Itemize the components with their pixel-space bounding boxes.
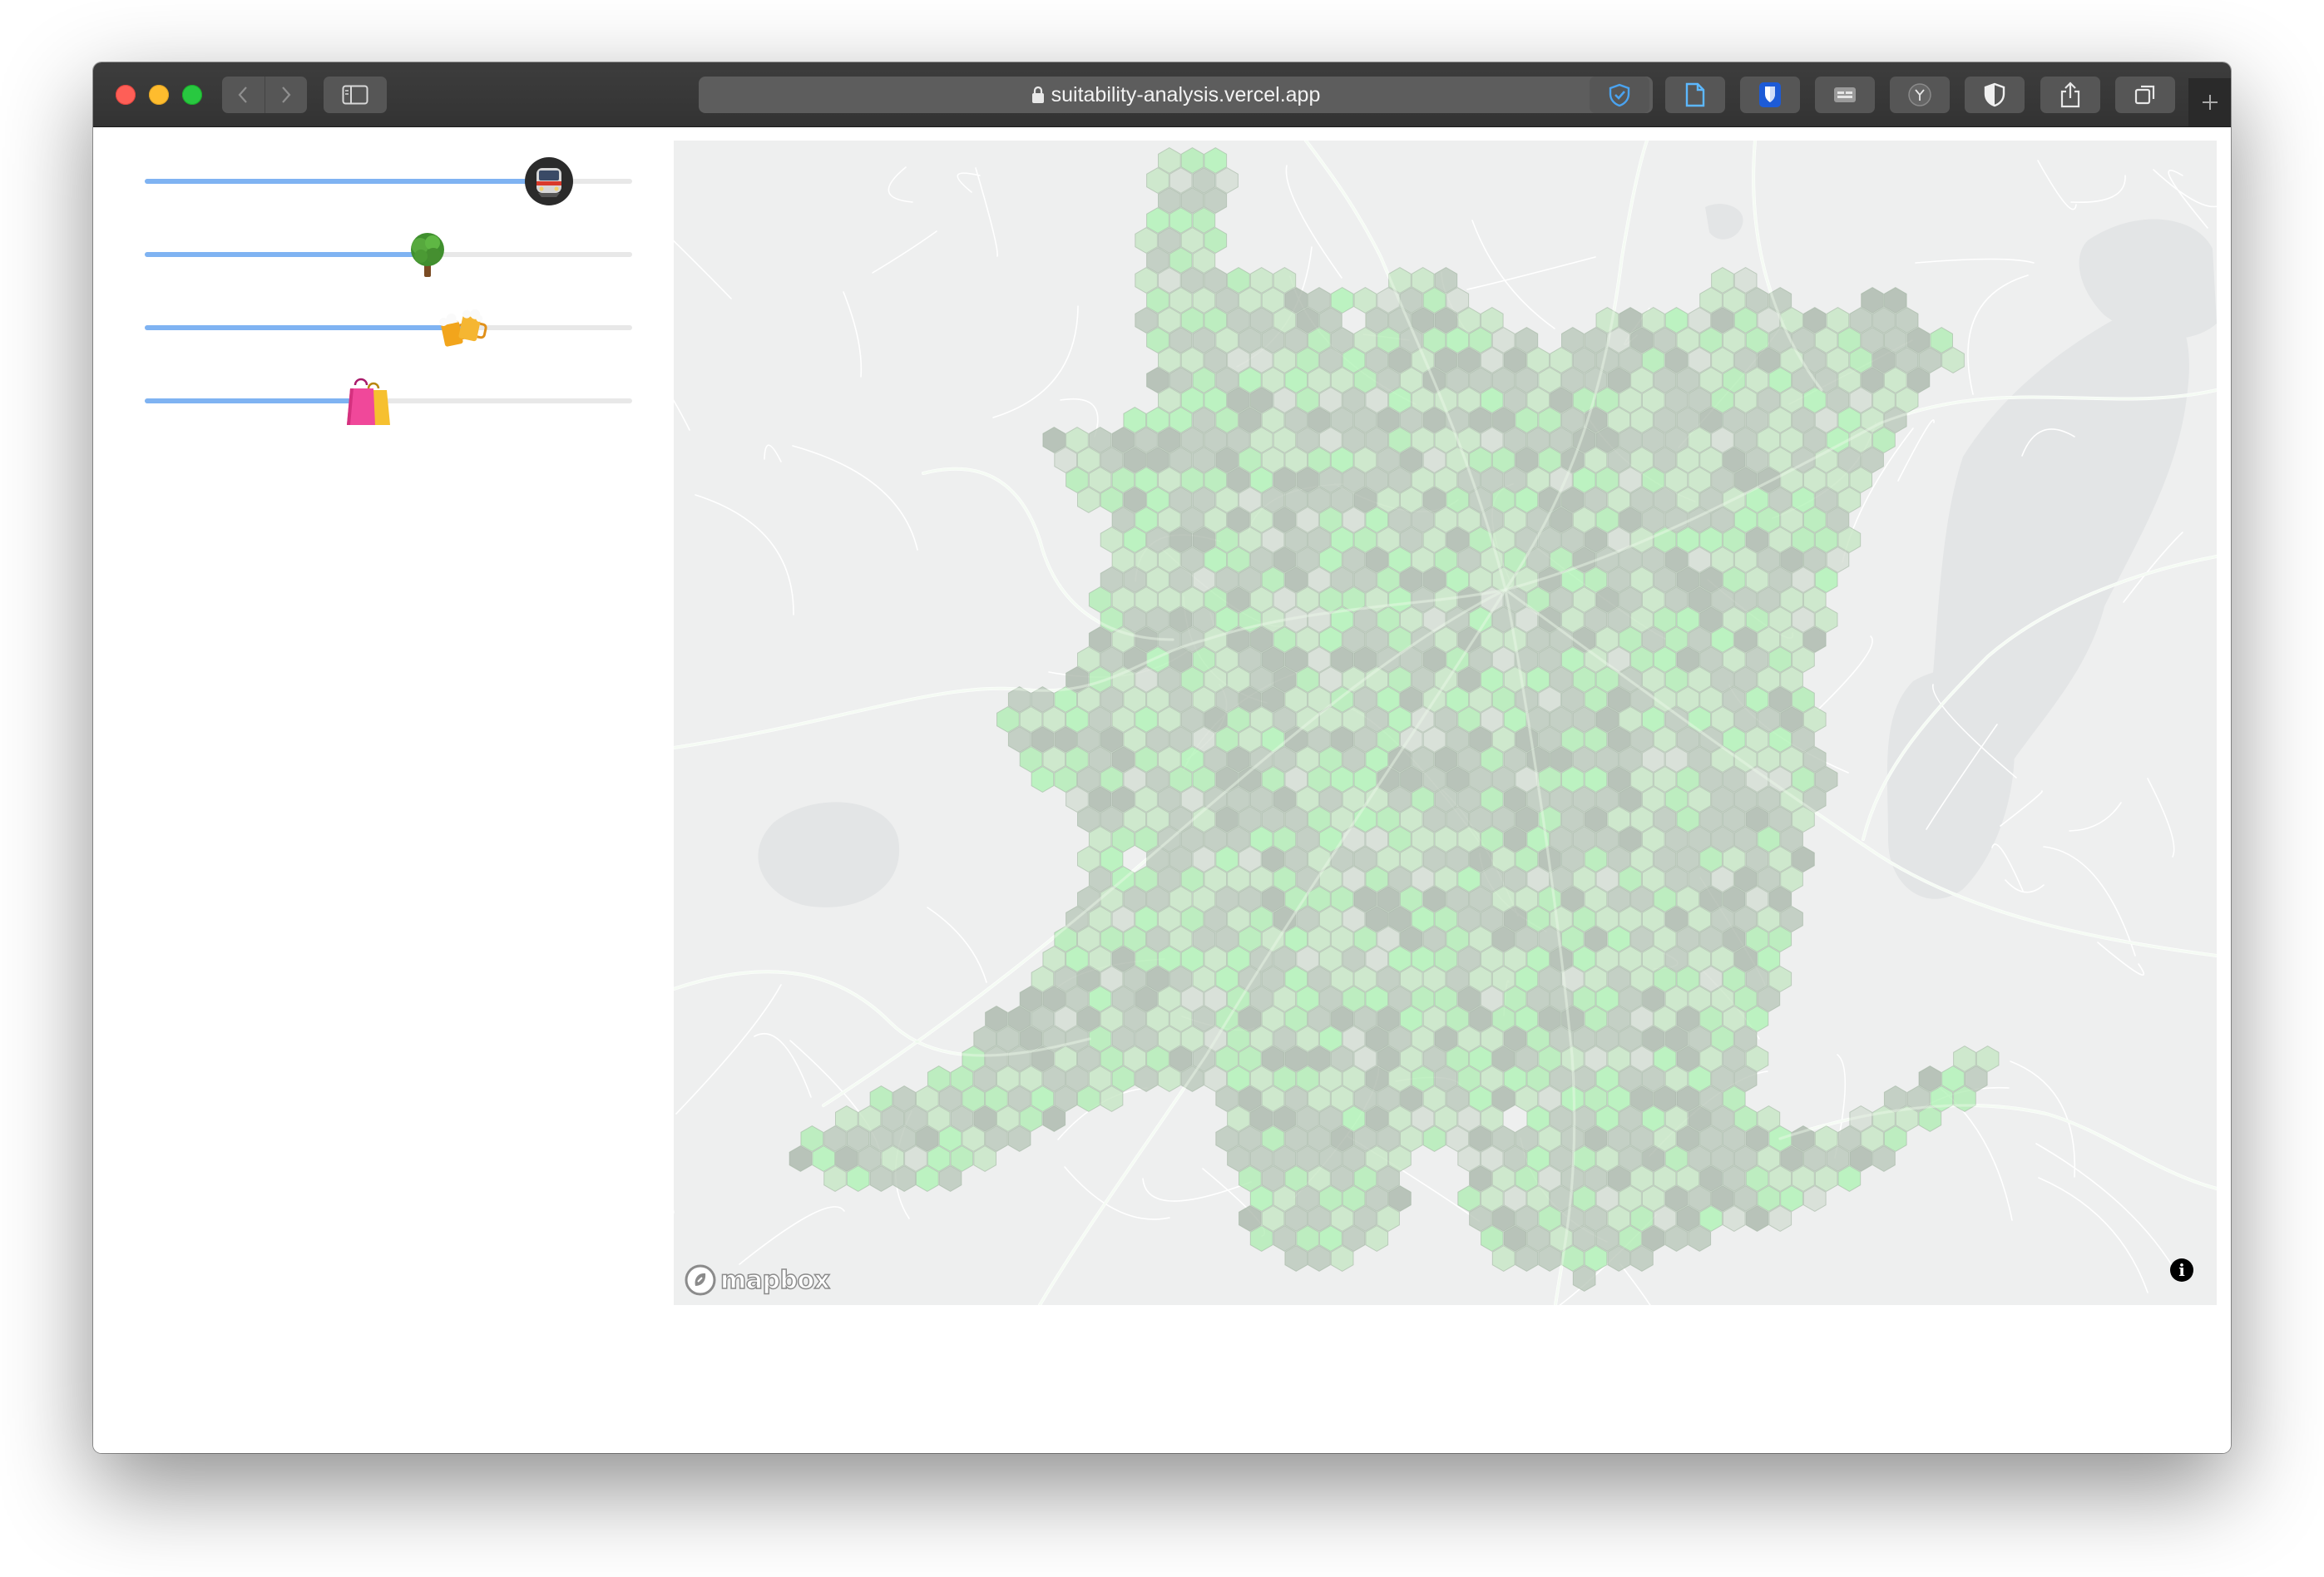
- map-road: [2168, 170, 2208, 229]
- map-road: [674, 399, 690, 431]
- map-road: [1991, 843, 2024, 892]
- browser-window: suitability-analysis.vercel.app mapbox i: [93, 62, 2231, 1453]
- map-road: [695, 494, 794, 615]
- extension-button-1[interactable]: [1590, 77, 1649, 113]
- map-road: [872, 230, 937, 274]
- zoom-window-button[interactable]: [182, 85, 202, 105]
- y-circle-icon: [1908, 83, 1931, 106]
- map-road: [2070, 175, 2126, 204]
- lock-icon: [1031, 86, 1044, 103]
- map-road: [792, 445, 918, 551]
- map-view[interactable]: mapbox i: [674, 141, 2217, 1305]
- map-road: [2147, 778, 2175, 858]
- slider-bars[interactable]: [145, 302, 632, 352]
- slider-shopping[interactable]: [145, 375, 632, 425]
- map-road: [2097, 942, 2145, 976]
- extension-button-3[interactable]: [1740, 77, 1800, 113]
- slider-track[interactable]: [145, 325, 632, 330]
- map-road: [2005, 879, 2045, 893]
- map-road: [764, 444, 782, 462]
- url-text: suitability-analysis.vercel.app: [1051, 83, 1321, 106]
- sidebar-icon: [342, 85, 368, 105]
- slider-fill: [145, 252, 428, 257]
- map-road: [1967, 274, 2029, 395]
- slider-fill: [145, 398, 369, 403]
- sidebar-toggle-button[interactable]: [324, 77, 387, 113]
- map-road: [1817, 635, 1873, 711]
- map-road: [1064, 1166, 1170, 1220]
- map-road: [1897, 419, 1935, 482]
- forward-button[interactable]: [264, 77, 308, 113]
- extension-button-5[interactable]: [1890, 77, 1950, 113]
- mapbox-logo[interactable]: mapbox: [684, 1263, 831, 1297]
- slider-fill: [145, 325, 462, 330]
- map-road: [975, 167, 998, 257]
- map-road: [1285, 165, 1342, 279]
- new-tab-button[interactable]: [2188, 78, 2231, 126]
- map-road: [1619, 1263, 1651, 1305]
- slider-transit[interactable]: [145, 156, 632, 205]
- map-road: [754, 1032, 812, 1098]
- back-button[interactable]: [222, 77, 265, 113]
- document-icon: [1685, 82, 1705, 107]
- close-window-button[interactable]: [116, 85, 136, 105]
- browser-toolbar: suitability-analysis.vercel.app: [93, 62, 2231, 127]
- half-shield-icon: [1984, 82, 2005, 107]
- beer-mugs-emoji-icon[interactable]: [436, 302, 487, 353]
- map-road: [1915, 258, 2035, 264]
- map-road: [674, 240, 732, 299]
- slider-green-space[interactable]: [145, 229, 632, 279]
- map-road: [992, 305, 1079, 418]
- tab-overview-button[interactable]: [2115, 77, 2175, 113]
- extension-button-4[interactable]: [1815, 77, 1875, 113]
- reader-card-icon: [1834, 87, 1856, 102]
- page-content: mapbox i: [93, 127, 2231, 1453]
- map-road: [843, 291, 863, 378]
- extension-button-2[interactable]: [1665, 77, 1725, 113]
- address-bar[interactable]: suitability-analysis.vercel.app: [699, 77, 1653, 113]
- share-icon: [2060, 82, 2080, 108]
- shopping-bags-emoji-icon[interactable]: [344, 375, 395, 427]
- tabs-icon: [2134, 85, 2155, 105]
- slider-fill: [145, 179, 550, 184]
- history-nav: [222, 77, 307, 113]
- mapbox-wordmark: mapbox: [719, 1265, 830, 1296]
- map-road: [1466, 256, 1596, 290]
- shield-check-icon: [1609, 83, 1630, 107]
- mapbox-logo-icon: [685, 1264, 716, 1296]
- tree-emoji-icon[interactable]: [402, 229, 453, 280]
- chevron-right-icon: [281, 87, 291, 103]
- map-road: [1142, 1178, 1252, 1202]
- map-road: [957, 172, 981, 193]
- plus-icon: [2202, 95, 2218, 110]
- chevron-left-icon: [238, 87, 248, 103]
- extension-button-6[interactable]: [1965, 77, 2025, 113]
- slider-track[interactable]: [145, 252, 632, 257]
- share-button[interactable]: [2040, 77, 2100, 113]
- map-road: [739, 1206, 845, 1265]
- map-road: [2069, 802, 2122, 832]
- minimize-window-button[interactable]: [149, 85, 169, 105]
- suitability-hexbin-layer: [789, 147, 2000, 1292]
- password-manager-shield-icon: [1759, 82, 1781, 107]
- map-road: [2153, 169, 2217, 208]
- map-road: [675, 984, 782, 1115]
- map-road: [2038, 1177, 2148, 1293]
- map-road: [927, 907, 987, 983]
- map-road: [888, 166, 913, 203]
- map-canvas[interactable]: [674, 141, 2217, 1305]
- address-bar-content: suitability-analysis.vercel.app: [699, 77, 1653, 113]
- info-icon[interactable]: i: [2170, 1258, 2193, 1282]
- map-road: [2037, 160, 2077, 210]
- train-emoji-icon[interactable]: [523, 156, 575, 207]
